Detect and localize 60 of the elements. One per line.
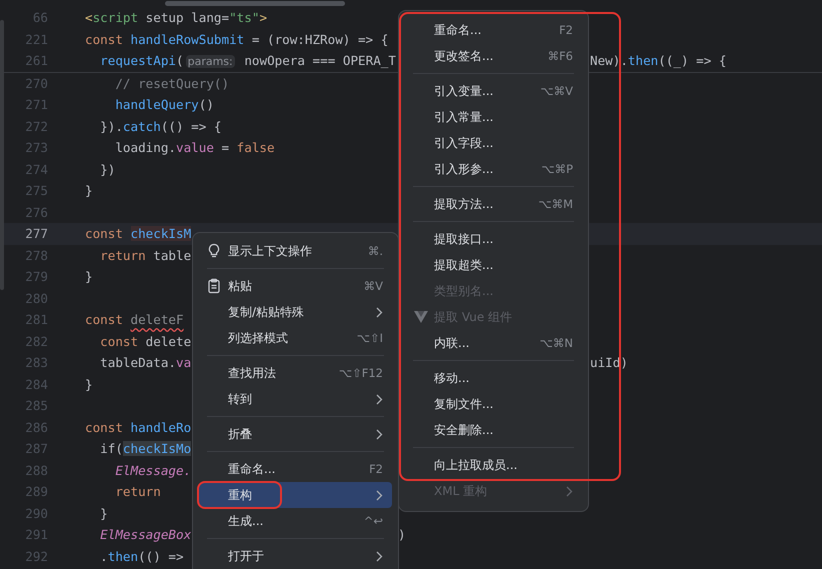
- code-line: }: [85, 376, 93, 392]
- line-number: 277: [25, 226, 49, 242]
- menu-item[interactable]: 引入字段...: [405, 130, 582, 156]
- menu-item[interactable]: 打开于: [199, 543, 392, 569]
- triangle-icon: [414, 311, 428, 323]
- code-line: ElMessageBox: [99, 527, 192, 542]
- chevron-right-icon: [376, 394, 383, 404]
- code-line: .then(() =>: [99, 548, 184, 564]
- code-line: handleQuery(): [114, 97, 214, 112]
- menu-item[interactable]: 列选择模式 ⌥⇧I: [199, 325, 392, 351]
- chevron-right-icon: [376, 428, 383, 440]
- code-line: }): [99, 162, 116, 177]
- menu-item[interactable]: 粘贴 ⌘V: [199, 273, 392, 299]
- code-line: }: [99, 506, 108, 521]
- code-line: <script setup lang="ts">: [85, 10, 268, 26]
- code-line: const handleRowSubmit = (row:HZRow) => {: [85, 32, 388, 47]
- menu-item[interactable]: 提取超类...: [405, 252, 582, 278]
- chevron-right-icon: [376, 550, 383, 562]
- menu-item[interactable]: 引入形参... ⌥⌘P: [405, 156, 582, 182]
- code-line: requestApi( params: nowOpera === OPERA_T: [99, 53, 396, 68]
- menu-item[interactable]: 更改签名... ⌘F6: [405, 43, 582, 69]
- menu-item[interactable]: 转到: [199, 386, 392, 412]
- code-line: if(checkIsMo: [99, 441, 192, 456]
- code-line: ElMessage.: [114, 462, 192, 478]
- code-line: return: [114, 484, 161, 500]
- code-line: }).catch(() => {: [99, 118, 222, 134]
- menu-item[interactable]: 提取接口...: [405, 226, 582, 252]
- menu-item[interactable]: 显示上下文操作 ⌘.: [199, 238, 392, 264]
- chevron-right-icon: [566, 486, 573, 496]
- menu-item[interactable]: 查找用法 ⌥⇧F12: [199, 360, 392, 386]
- menu-item[interactable]: 复制文件...: [405, 391, 582, 417]
- chevron-right-icon: [376, 306, 383, 318]
- menu-item[interactable]: 提取方法... ⌥⌘M: [405, 191, 582, 217]
- menu-item[interactable]: 生成... ^↩: [199, 508, 392, 534]
- menu-item[interactable]: 安全删除...: [405, 417, 582, 443]
- menu-item[interactable]: 重构: [199, 482, 392, 508]
- scrollbar-thumb[interactable]: [165, 1, 345, 6]
- code-line: loading.value = false: [114, 140, 275, 156]
- code-line: // resetQuery(): [114, 76, 230, 91]
- menu-item[interactable]: 引入常量...: [405, 104, 582, 130]
- clipboard-icon: [208, 278, 220, 294]
- menu-item[interactable]: 移动...: [405, 365, 582, 391]
- menu-item[interactable]: 折叠: [199, 421, 392, 447]
- menu-item[interactable]: 重命名... F2: [405, 17, 582, 43]
- menu-item[interactable]: 引入变量... ⌥⌘V: [405, 78, 582, 104]
- code-line: const checkIsM: [85, 226, 192, 242]
- code-line: }: [85, 183, 93, 198]
- code-fragment: ): [398, 527, 406, 542]
- code-line: const delete: [99, 334, 192, 349]
- code-line: const deleteF: [85, 312, 184, 328]
- chevron-right-icon: [376, 490, 383, 500]
- code-line: const handleRo: [85, 420, 192, 435]
- menu-item[interactable]: 重命名... F2: [199, 456, 392, 482]
- bulb-icon: [208, 244, 220, 258]
- menu-item[interactable]: 内联... ⌥⌘N: [405, 330, 582, 356]
- code-line: }: [85, 269, 93, 284]
- code-line: tableData.va: [99, 355, 192, 370]
- menu-item[interactable]: 复制/粘贴特殊: [199, 299, 392, 325]
- code-line: return table: [99, 248, 192, 263]
- menu-item[interactable]: 向上拉取成员...: [405, 452, 582, 478]
